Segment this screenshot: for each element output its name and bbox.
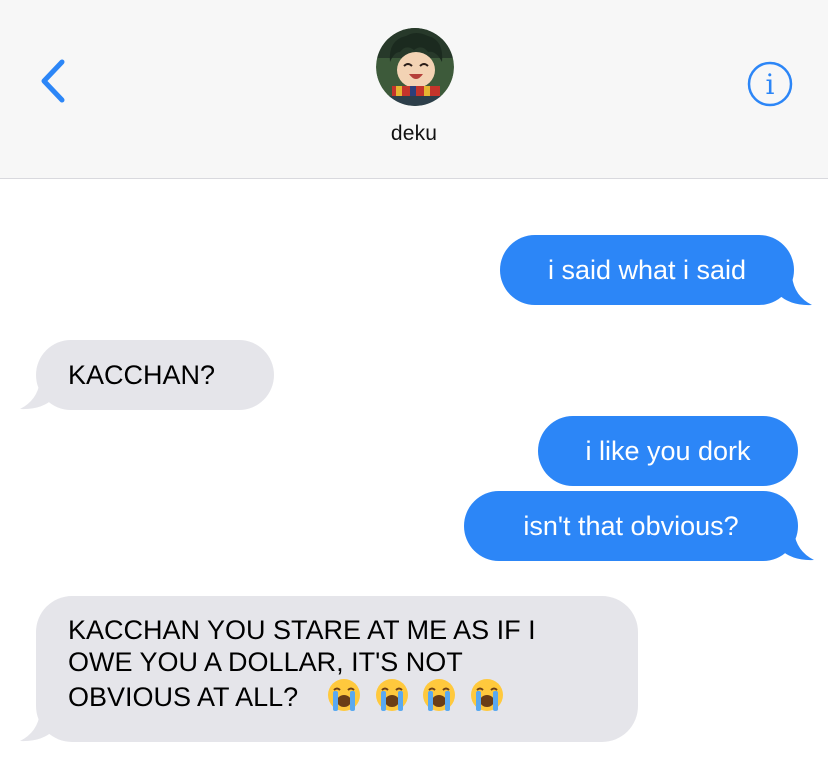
message-text: OBVIOUS AT ALL? bbox=[68, 682, 299, 712]
contact-name[interactable]: deku bbox=[0, 122, 828, 146]
received-message[interactable]: KACCHAN YOU STARE AT ME AS IF I OWE YOU … bbox=[36, 596, 638, 742]
message-line-with-emoji: OBVIOUS AT ALL? bbox=[68, 678, 606, 712]
crying-face-emoji-icon bbox=[422, 678, 456, 719]
contact-avatar[interactable] bbox=[376, 28, 454, 106]
message-line: OWE YOU A DOLLAR, IT'S NOT bbox=[68, 647, 463, 677]
svg-text:i: i bbox=[766, 68, 775, 101]
sent-message[interactable]: i like you dork bbox=[538, 416, 798, 486]
message-line: KACCHAN YOU STARE AT ME AS IF I bbox=[68, 615, 536, 645]
message-text: i like you dork bbox=[585, 436, 751, 466]
conversation-header: deku i bbox=[0, 0, 828, 179]
received-bubble-tail bbox=[20, 712, 54, 742]
crying-face-emoji-icon bbox=[327, 678, 361, 719]
crying-face-emoji-icon bbox=[470, 678, 504, 719]
message-text: isn't that obvious? bbox=[523, 511, 739, 541]
back-button[interactable] bbox=[30, 56, 80, 106]
received-bubble-tail bbox=[20, 380, 54, 410]
sent-bubble-tail bbox=[778, 276, 812, 306]
received-message[interactable]: KACCHAN? bbox=[36, 340, 274, 410]
message-text: i said what i said bbox=[547, 255, 747, 285]
chevron-left-icon bbox=[41, 59, 65, 103]
sent-message[interactable]: isn't that obvious? bbox=[464, 491, 798, 561]
info-button[interactable]: i bbox=[746, 60, 794, 108]
sent-message[interactable]: i said what i said bbox=[500, 235, 794, 305]
crying-face-emoji-icon bbox=[375, 678, 409, 719]
message-text: KACCHAN? bbox=[68, 360, 216, 390]
sent-bubble-tail bbox=[780, 531, 814, 561]
info-icon: i bbox=[747, 61, 793, 107]
